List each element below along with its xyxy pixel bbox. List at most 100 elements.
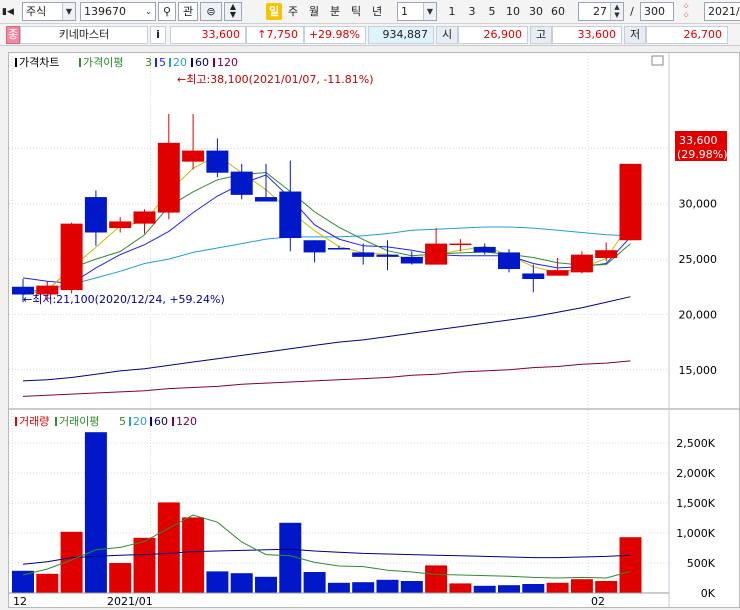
volume-grid: [9, 442, 669, 594]
candle-body: [619, 163, 642, 241]
layout-toggle-icon[interactable]: ▮◀: [2, 4, 14, 21]
volume-tick-label: 1,000K: [676, 527, 715, 540]
change-rate: +29.98%: [304, 26, 366, 44]
high-label: 고: [530, 26, 552, 44]
volume-legend: 거래량 거래이평 5 20 60 120: [15, 415, 197, 428]
candle: [498, 249, 520, 273]
link-button[interactable]: ⊜: [200, 2, 222, 21]
view-count-input[interactable]: 27 ▲ ▼: [578, 2, 624, 21]
ma-long-line: [22, 360, 631, 397]
legend-marker: [15, 417, 17, 426]
chart-area[interactable]: 35,00030,00025,00020,00015,000 가격차트 가격이평…: [8, 52, 740, 608]
legend-marker: [129, 417, 131, 426]
candle-body: [303, 240, 326, 253]
legend-vol-ma-120: 120: [176, 415, 197, 428]
legend-price-ma: 가격이평: [83, 56, 123, 69]
stock-info-button[interactable]: i: [150, 26, 166, 44]
candle: [425, 228, 448, 265]
legend-volume-ma: 거래이평: [59, 415, 99, 428]
volume-bar: [109, 563, 132, 593]
legend-marker: [55, 417, 57, 426]
x-label-feb: 02: [591, 595, 605, 607]
chart-settings-icon[interactable]: ⁘ ⁘: [678, 3, 694, 21]
candle-body: [546, 270, 569, 276]
candle-body: [595, 250, 618, 258]
quick-interval-30[interactable]: 30: [527, 3, 545, 20]
high-price: 33,600: [552, 26, 622, 44]
period-year-button[interactable]: 년: [369, 3, 385, 20]
legend-vol-ma-20: 20: [133, 415, 147, 428]
legend-marker: [79, 58, 81, 67]
volume-tick-label: 2,000K: [676, 467, 715, 480]
chevron-down-icon[interactable]: ▼: [62, 3, 75, 20]
price-tick-label: 20,000: [679, 308, 718, 321]
legend-price-chart: 가격차트: [19, 56, 59, 69]
candle-body: [230, 171, 253, 195]
volume-tick-label: 1,500K: [676, 497, 715, 510]
total-count-input[interactable]: 300: [640, 2, 674, 21]
stock-code-input[interactable]: 139670 ⌄: [80, 2, 156, 21]
trade-volume: 934,887: [368, 26, 434, 44]
period-month-button[interactable]: 월: [306, 3, 322, 20]
current-price-tag-rate: (29.98%): [677, 148, 728, 161]
candle-body: [425, 243, 448, 265]
interval-select[interactable]: 1 ▼: [397, 2, 437, 21]
candle: [400, 251, 423, 265]
candle: [570, 251, 593, 274]
volume-bar: [12, 570, 34, 593]
quick-interval-5[interactable]: 5: [486, 3, 498, 20]
legend-marker: [150, 417, 152, 426]
code-dropdown-icon[interactable]: ⌄: [142, 3, 155, 20]
favorite-button[interactable]: 관: [178, 2, 198, 21]
volume-y-axis: 2,500K 2,000K 1,500K 1,000K 500K 0K: [676, 437, 715, 600]
candle: [157, 114, 180, 220]
stock-chart[interactable]: 35,00030,00025,00020,00015,000 가격차트 가격이평…: [9, 53, 739, 608]
period-tick-button[interactable]: 틱: [348, 3, 364, 20]
legend-vol-ma-60: 60: [154, 415, 168, 428]
candle-body: [109, 221, 132, 229]
candle: [230, 163, 253, 200]
price-legend: 가격차트 가격이평 3 5 20 60 120: [15, 56, 238, 69]
count-separator: /: [630, 5, 634, 18]
ma-120-line: [22, 296, 631, 382]
candle: [279, 160, 302, 252]
volume-bar: [473, 585, 496, 593]
volume-bar: [449, 583, 472, 593]
price-y-axis: 35,00030,00025,00020,00015,000: [679, 142, 718, 376]
stock-code-value: 139670: [84, 5, 126, 18]
quick-interval-3[interactable]: 3: [466, 3, 478, 20]
period-day-button[interactable]: 일: [266, 3, 282, 20]
volume-tick-label: 2,500K: [676, 437, 715, 450]
x-label-dec: 12: [13, 595, 27, 607]
volume-tick-label: 0K: [701, 587, 716, 600]
interval-value: 1: [401, 5, 408, 18]
high-annotation: ←최고:38,100(2021/01/07, -11.81%): [177, 73, 374, 86]
period-minute-button[interactable]: 분: [327, 3, 343, 20]
candle-body: [255, 197, 277, 202]
quick-interval-10[interactable]: 10: [504, 3, 522, 20]
candle-body: [570, 254, 593, 273]
view-count-stepper-icon[interactable]: ▲ ▼: [610, 3, 623, 20]
interval-chevron-icon[interactable]: ▼: [423, 3, 436, 20]
panel-maximize-button[interactable]: [651, 55, 664, 66]
stock-tab-label[interactable]: 종: [6, 26, 20, 44]
quick-interval-60[interactable]: 60: [549, 3, 567, 20]
candle: [60, 222, 83, 294]
legend-marker: [169, 58, 171, 67]
volume-bar: [182, 517, 205, 593]
price-grid: [9, 53, 669, 593]
date-input[interactable]: 2021/0: [704, 2, 740, 21]
candle: [619, 163, 642, 241]
link-icon: ⊜: [206, 5, 216, 18]
candle-body: [400, 256, 423, 264]
search-button[interactable]: ⚲: [158, 2, 176, 21]
market-select[interactable]: 주식 ▼: [22, 2, 76, 21]
volume-bar: [303, 572, 326, 593]
volume-bar: [352, 582, 375, 593]
volume-bar: [619, 537, 642, 593]
candle-body: [376, 254, 399, 257]
period-week-button[interactable]: 주: [285, 3, 301, 20]
quick-interval-1[interactable]: 1: [446, 3, 458, 20]
stepper-button[interactable]: ▲ ▼: [224, 2, 242, 21]
candle-body: [279, 191, 302, 239]
